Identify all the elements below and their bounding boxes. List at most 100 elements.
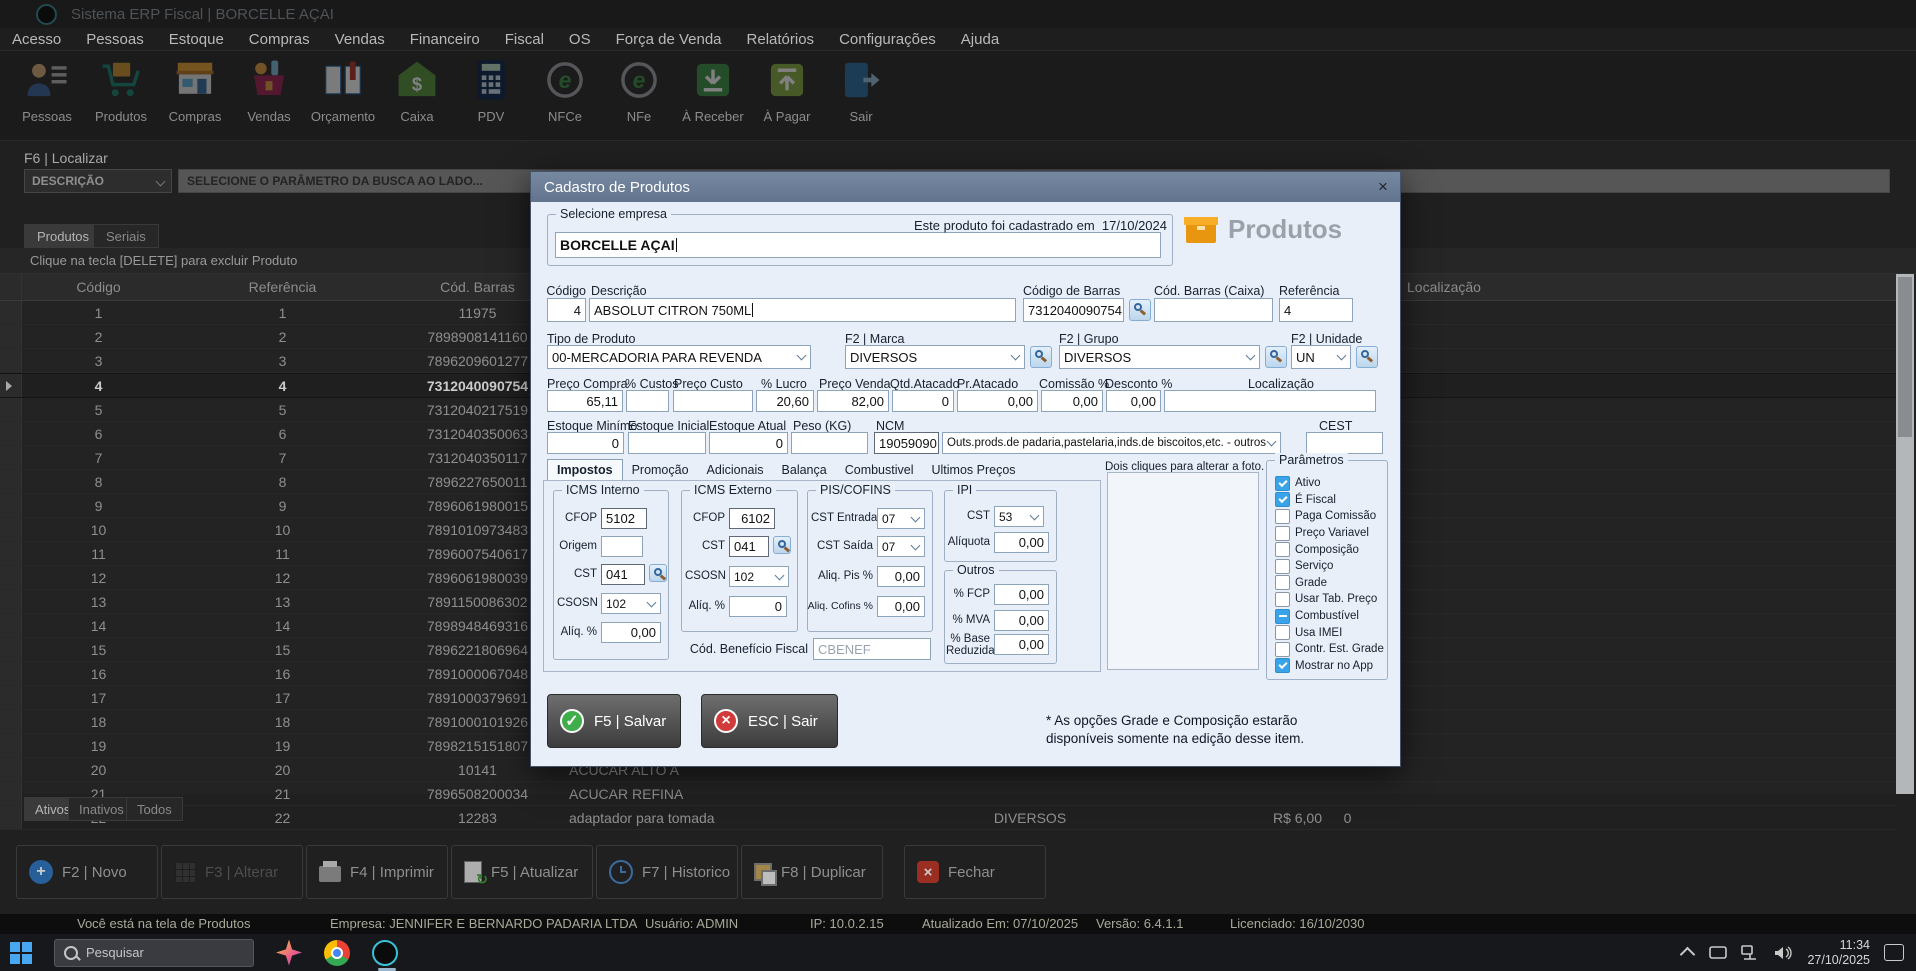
checkbox[interactable] — [1275, 492, 1290, 507]
grupo-search-icon[interactable] — [1265, 346, 1287, 368]
icms-externo-csosn-select[interactable]: 102 — [729, 566, 789, 587]
dialog-tab[interactable]: Balança — [773, 460, 836, 481]
dialog-tab[interactable]: Adicionais — [698, 460, 773, 481]
dialog-tab[interactable]: Combustivel — [836, 460, 923, 481]
checkbox[interactable] — [1275, 592, 1290, 607]
preco-compra-field[interactable]: 65,11 — [547, 390, 623, 412]
toolbar-item-a-receber[interactable]: À Receber — [676, 57, 750, 124]
parametro-item[interactable]: Usar Tab. Preço — [1275, 591, 1387, 608]
search-filter-dropdown[interactable]: DESCRIÇÃO — [24, 169, 172, 193]
aliq-pis-field[interactable]: 0,00 — [877, 566, 925, 587]
aliq-cofins-field[interactable]: 0,00 — [877, 596, 925, 617]
parametro-item[interactable]: Paga Comissão — [1275, 508, 1387, 525]
novo-button[interactable]: + F2 | Novo — [16, 845, 158, 899]
tab-inativos[interactable]: Inativos — [68, 797, 135, 821]
checkbox[interactable] — [1275, 559, 1290, 574]
pis-cst-saida-select[interactable]: 07 — [877, 536, 925, 557]
pr-atacado-field[interactable]: 0,00 — [957, 390, 1038, 412]
preco-custo-field[interactable] — [673, 390, 753, 412]
parametro-item[interactable]: Combustível — [1275, 608, 1387, 625]
dialog-titlebar[interactable]: Cadastro de Produtos — [531, 172, 1400, 202]
col-localizacao[interactable]: Localização — [1365, 279, 1896, 295]
tipo-produto-select[interactable]: 00-MERCADORIA PARA REVENDA — [547, 345, 811, 369]
menu-item[interactable]: Fiscal — [505, 31, 544, 48]
sair-button[interactable]: × ESC | Sair — [701, 694, 838, 748]
icms-interno-origem-field[interactable] — [601, 536, 643, 557]
ipi-aliquota-field[interactable]: 0,00 — [994, 532, 1049, 553]
dialog-tab[interactable]: Promoção — [623, 460, 698, 481]
menu-item[interactable]: Compras — [249, 31, 310, 48]
table-row[interactable]: 22 22 12283 adaptador para tomada DIVERS… — [0, 806, 1896, 830]
menu-item[interactable]: Financeiro — [410, 31, 480, 48]
toolbar-item-compras[interactable]: Compras — [158, 57, 232, 124]
icms-externo-cst-search-icon[interactable] — [773, 536, 791, 554]
menu-item[interactable]: Configurações — [839, 31, 936, 48]
icms-interno-cst-field[interactable]: 041 — [601, 564, 645, 585]
salvar-button[interactable]: ✓ F5 | Salvar — [547, 694, 681, 748]
chrome-icon[interactable] — [324, 940, 350, 966]
menu-item[interactable]: OS — [569, 31, 591, 48]
col-referencia[interactable]: Referência — [175, 279, 390, 295]
toolbar-item-caixa[interactable]: $ Caixa — [380, 57, 454, 124]
table-scrollbar[interactable] — [1896, 274, 1914, 794]
icms-externo-cfop-field[interactable]: 6102 — [729, 508, 775, 529]
fechar-button[interactable]: × Fechar — [904, 845, 1046, 899]
toolbar-item-pdv[interactable]: PDV — [454, 57, 528, 124]
mva-field[interactable]: 0,00 — [994, 610, 1049, 631]
beneficio-field[interactable]: CBENEF — [813, 638, 931, 660]
parametro-item[interactable]: Serviço — [1275, 558, 1387, 575]
icms-interno-cfop-field[interactable]: 5102 — [601, 508, 647, 529]
icms-interno-csosn-select[interactable]: 102 — [601, 593, 661, 614]
descricao-field[interactable]: ABSOLUT CITRON 750ML — [589, 298, 1016, 322]
erp-app-taskbar-icon[interactable] — [372, 940, 398, 966]
menu-item[interactable]: Acesso — [12, 31, 61, 48]
menu-item[interactable]: Vendas — [335, 31, 385, 48]
scrollbar-thumb[interactable] — [1898, 277, 1912, 437]
localizacao-field[interactable] — [1164, 390, 1376, 412]
volume-icon[interactable] — [1773, 945, 1793, 961]
unidade-search-icon[interactable] — [1356, 346, 1378, 368]
ipi-cst-select[interactable]: 53 — [994, 506, 1044, 527]
menu-item[interactable]: Estoque — [169, 31, 224, 48]
toolbar-item-vendas[interactable]: Vendas — [232, 57, 306, 124]
lucro-field[interactable]: 20,60 — [756, 390, 814, 412]
parametro-item[interactable]: Contr. Est. Grade — [1275, 641, 1387, 658]
product-photo-area[interactable] — [1107, 472, 1259, 670]
cest-field[interactable] — [1306, 432, 1383, 454]
table-row[interactable]: 21 21 7896508200034 ACUCAR REFINA — [0, 782, 1896, 806]
comissao-field[interactable]: 0,00 — [1041, 390, 1103, 412]
parametro-item[interactable]: Preço Variavel — [1275, 525, 1387, 542]
checkbox[interactable] — [1275, 642, 1290, 657]
icms-externo-cst-field[interactable]: 041 — [729, 536, 769, 557]
unidade-select[interactable]: UN — [1291, 345, 1351, 369]
dialog-close-button[interactable]: × — [1372, 176, 1394, 198]
screen-icon[interactable] — [1709, 945, 1727, 961]
tab-todos[interactable]: Todos — [126, 797, 183, 821]
checkbox[interactable] — [1275, 476, 1290, 491]
parametro-item[interactable]: É Fiscal — [1275, 492, 1387, 509]
start-button[interactable] — [10, 942, 32, 964]
base-reduzida-field[interactable]: 0,00 — [994, 634, 1049, 655]
preco-venda-field[interactable]: 82,00 — [817, 390, 889, 412]
marca-search-icon[interactable] — [1030, 346, 1052, 368]
peso-field[interactable] — [791, 432, 868, 454]
menu-item[interactable]: Ajuda — [961, 31, 999, 48]
toolbar-item-a-pagar[interactable]: À Pagar — [750, 57, 824, 124]
codigo-field[interactable]: 4 — [547, 298, 586, 322]
tab-produtos[interactable]: Produtos — [24, 224, 102, 248]
ncm-field[interactable]: 19059090 — [874, 432, 939, 454]
ncm-desc-select[interactable]: Outs.prods.de padaria,pastelaria,inds.de… — [942, 432, 1281, 454]
parametro-item[interactable]: Usa IMEI — [1275, 624, 1387, 641]
checkbox[interactable] — [1275, 542, 1290, 557]
menu-item[interactable]: Relatórios — [747, 31, 815, 48]
parametro-item[interactable]: Mostrar no App — [1275, 658, 1387, 675]
parametro-item[interactable]: Grade — [1275, 575, 1387, 592]
imprimir-button[interactable]: F4 | Imprimir — [306, 845, 448, 899]
estoque-inicial-field[interactable] — [628, 432, 706, 454]
taskbar-clock[interactable]: 11:34 27/10/2025 — [1807, 938, 1870, 968]
qtd-atacado-field[interactable]: 0 — [892, 390, 954, 412]
toolbar-item-sair[interactable]: Sair — [824, 57, 898, 124]
notification-icon[interactable] — [1884, 944, 1904, 961]
estoque-minimo-field[interactable]: 0 — [547, 432, 624, 454]
checkbox[interactable] — [1275, 575, 1290, 590]
